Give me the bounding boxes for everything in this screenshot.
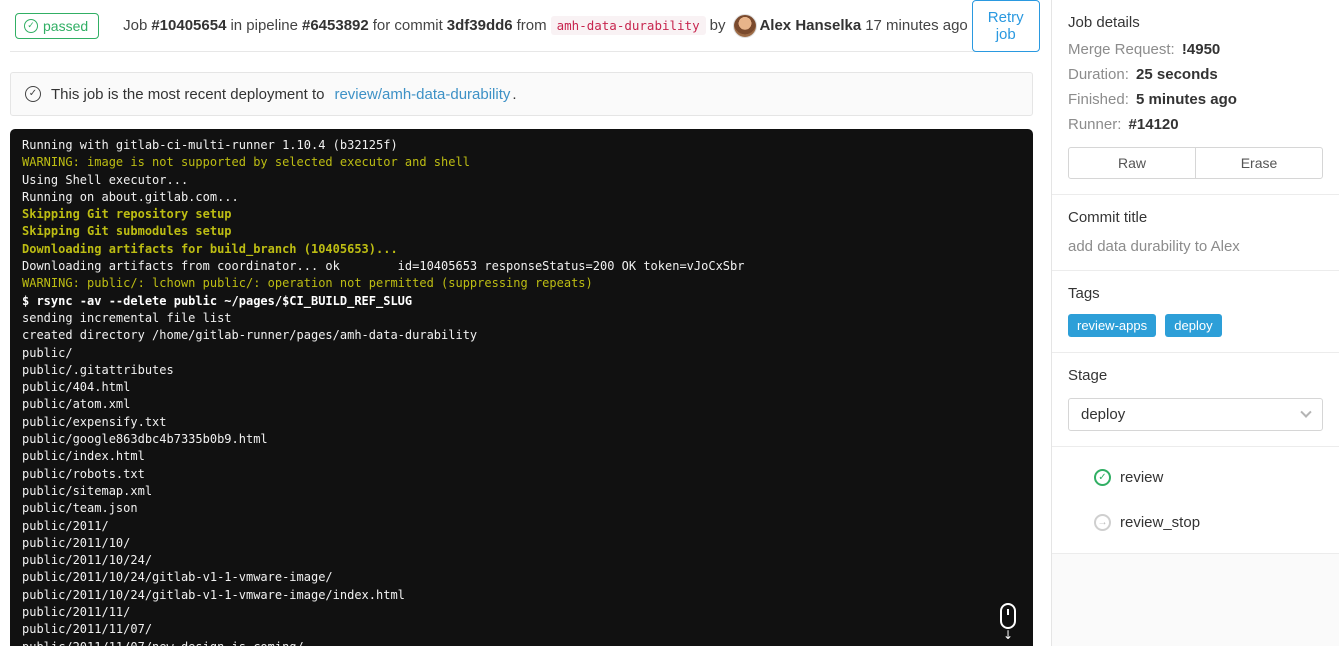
log-line: Skipping Git submodules setup	[22, 224, 232, 239]
log-line: public/google863dbc4b7335b0b9.html	[22, 432, 268, 447]
branch-ref-link[interactable]: amh-data-durability	[550, 16, 706, 35]
status-check-icon: ✓	[24, 18, 38, 33]
detail-label: Duration:	[1068, 66, 1129, 83]
stage-selected-value: deploy	[1081, 406, 1126, 423]
log-line: public/2011/10/24/	[22, 553, 153, 568]
job-header: ✓ passed Job #10405654 in pipeline #6453…	[10, 0, 1040, 52]
log-line: public/2011/11/07/new-design-is-coming/	[22, 639, 1021, 646]
log-line: public/	[22, 345, 73, 360]
detail-label: Merge Request:	[1068, 41, 1175, 58]
by-label: by	[709, 17, 726, 34]
log-line: WARNING: public/: lchown public/: operat…	[22, 276, 593, 291]
detail-value: !4950	[1181, 41, 1221, 58]
log-line: public/index.html	[22, 449, 145, 464]
tags-heading: Tags	[1068, 285, 1100, 302]
in-pipeline-label: in pipeline	[230, 17, 298, 34]
commit-sha-link[interactable]: 3df39dd6	[447, 17, 513, 34]
retry-job-button[interactable]: Retry job	[971, 0, 1040, 52]
log-line: WARNING: image is not supported by selec…	[22, 155, 470, 170]
log-line: Using Shell executor...	[22, 172, 189, 187]
log-line: sending incremental file list	[22, 310, 232, 325]
log-line: public/robots.txt	[22, 466, 145, 481]
stage-job-item[interactable]: review_stop	[1068, 500, 1323, 545]
avatar	[733, 13, 758, 38]
stage-section: Stage deploy	[1052, 353, 1339, 447]
status-badge: ✓ passed	[15, 12, 100, 39]
raw-button[interactable]: Raw	[1068, 147, 1196, 179]
detail-row: Merge Request: !4950	[1068, 37, 1323, 62]
tag-badge[interactable]: deploy	[1165, 314, 1222, 337]
log-line: created directory /home/gitlab-runner/pa…	[22, 328, 478, 343]
job-details-rows: Merge Request: !4950 Duration: 25 second…	[1068, 37, 1323, 137]
stage-job-item[interactable]: review	[1068, 455, 1323, 500]
tags-section: Tags review-apps deploy	[1052, 271, 1339, 353]
erase-button[interactable]: Erase	[1195, 147, 1323, 179]
pipeline-id-link[interactable]: #6453892	[302, 17, 369, 34]
log-line: public/expensify.txt	[22, 414, 167, 429]
detail-label: Finished:	[1068, 91, 1129, 108]
log-line: Running with gitlab-ci-multi-runner 1.10…	[22, 138, 398, 152]
log-line: public/atom.xml	[22, 397, 131, 412]
deployment-notice: ✓ This job is the most recent deployment…	[10, 72, 1033, 116]
commit-message: add data durability to Alex	[1068, 238, 1240, 255]
stage-dropdown[interactable]: deploy	[1068, 398, 1323, 431]
notice-period: .	[512, 85, 517, 103]
detail-value: #14120	[1128, 116, 1179, 133]
deployment-check-icon: ✓	[25, 86, 41, 102]
detail-value: 25 seconds	[1136, 66, 1218, 83]
status-label: passed	[43, 17, 89, 34]
stage-status-icon	[1094, 469, 1111, 486]
stage-job-name: review	[1120, 469, 1164, 486]
scroll-down-indicator[interactable]: ↓	[997, 603, 1019, 641]
log-line: public/2011/11/	[22, 605, 131, 620]
log-line: public/2011/10/24/gitlab-v1-1-vmware-ima…	[22, 587, 405, 602]
log-line: public/2011/	[22, 518, 109, 533]
build-log[interactable]: Running with gitlab-ci-multi-runner 1.10…	[10, 129, 1033, 646]
author-link[interactable]: Alex Hanselka	[759, 17, 861, 34]
log-line: public/2011/10/24/gitlab-v1-1-vmware-ima…	[22, 570, 333, 585]
from-label: from	[516, 17, 547, 34]
detail-value: 5 minutes ago	[1136, 91, 1237, 108]
detail-row: Duration: 25 seconds	[1068, 62, 1323, 87]
log-line: public/2011/11/07/	[22, 622, 153, 637]
log-line: Running on about.gitlab.com...	[22, 189, 239, 204]
job-details-section: Job details Merge Request: !4950 Duratio…	[1052, 0, 1339, 195]
log-line: public/team.json	[22, 501, 138, 516]
log-line: public/.gitattributes	[22, 362, 174, 377]
job-label: Job	[123, 17, 148, 34]
main-content: ✓ passed Job #10405654 in pipeline #6453…	[0, 0, 1051, 646]
job-sidebar: Job details Merge Request: !4950 Duratio…	[1051, 0, 1339, 646]
arrow-down-icon: ↓	[1002, 628, 1014, 642]
notice-text: This job is the most recent deployment t…	[51, 85, 325, 103]
detail-label: Runner:	[1068, 116, 1122, 133]
job-details-title: Job details	[1068, 14, 1140, 31]
chevron-down-icon	[1300, 406, 1312, 418]
detail-row: Runner: #14120	[1068, 112, 1323, 137]
log-line: Downloading artifacts from coordinator..…	[22, 259, 745, 274]
log-line: Downloading artifacts for build_branch (…	[22, 241, 398, 256]
for-commit-label: for commit	[372, 17, 443, 34]
tag-badge[interactable]: review-apps	[1068, 314, 1157, 337]
commit-title-heading: Commit title	[1068, 209, 1148, 226]
detail-row: Finished: 5 minutes ago	[1068, 87, 1323, 112]
log-line: public/sitemap.xml	[22, 483, 153, 498]
mouse-icon	[1000, 603, 1016, 629]
log-line: public/404.html	[22, 380, 131, 395]
job-header-text: Job #10405654 in pipeline #6453892 for c…	[123, 13, 972, 38]
stage-job-name: review_stop	[1120, 514, 1201, 531]
log-actions: Raw Erase	[1068, 147, 1323, 179]
time-ago: 17 minutes ago	[865, 17, 968, 34]
stage-heading: Stage	[1068, 367, 1108, 384]
job-id: #10405654	[151, 17, 227, 34]
log-line: public/2011/10/	[22, 535, 131, 550]
sidebar-filler	[1052, 554, 1339, 646]
stage-jobs-list: review review_stop	[1052, 447, 1339, 554]
tag-list: review-apps deploy	[1068, 314, 1323, 337]
job-page: ✓ passed Job #10405654 in pipeline #6453…	[0, 0, 1339, 646]
commit-title-section: Commit title add data durability to Alex	[1052, 195, 1339, 271]
environment-link[interactable]: review/amh-data-durability	[334, 86, 510, 103]
log-line: Skipping Git repository setup	[22, 207, 232, 222]
log-line: $ rsync -av --delete public ~/pages/$CI_…	[22, 293, 413, 308]
stage-status-icon	[1094, 514, 1111, 531]
